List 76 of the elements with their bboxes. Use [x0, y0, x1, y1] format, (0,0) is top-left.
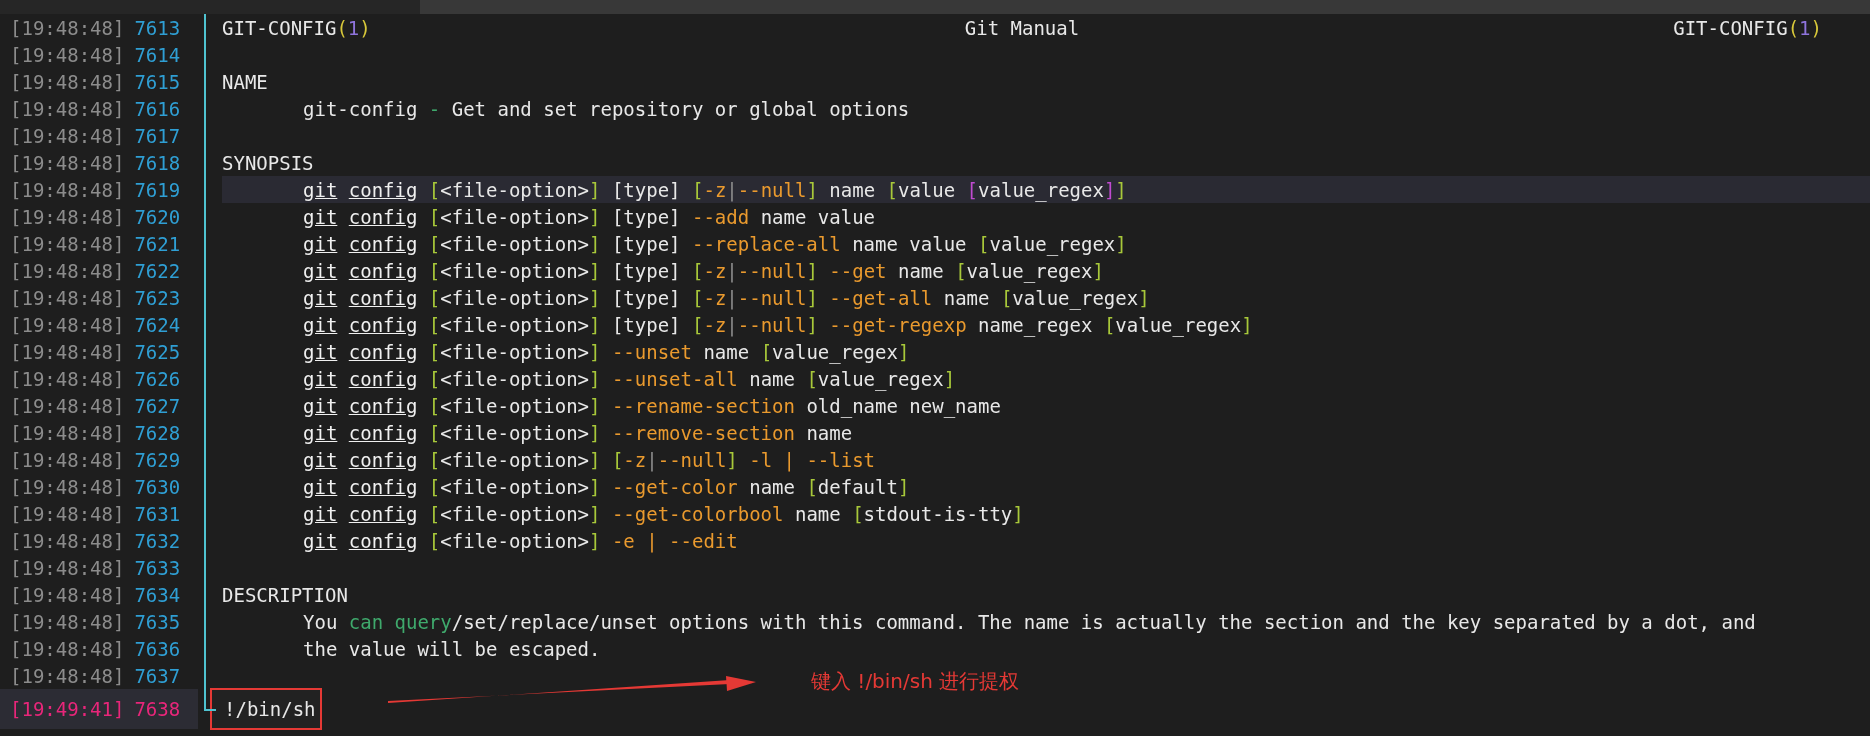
timestamp: [19:48:48]: [10, 286, 125, 309]
line-number: 7633: [134, 556, 181, 579]
man-page-line: git config [<file-option>] [-z|--null] -l | --list: [302, 447, 877, 473]
timestamp: [19:48:48]: [10, 610, 125, 633]
timestamp: [19:48:48]: [10, 124, 125, 147]
line-number: 7626: [134, 367, 181, 390]
timestamp: [19:48:48]: [10, 70, 125, 93]
man-page-line: git config [<file-option>] --rename-section old_name new_name: [302, 393, 1002, 419]
timestamp: [19:48:48]: [10, 313, 125, 336]
timestamp: [19:48:48]: [10, 664, 125, 687]
man-page-line: the value will be escaped.: [302, 636, 602, 662]
man-page-line: git-config - Get and set repository or global options: [302, 96, 911, 122]
timestamp: [19:48:48]: [10, 448, 125, 471]
line-number: 7637: [134, 664, 181, 687]
line-number: 7617: [134, 124, 181, 147]
line-number: 7635: [134, 610, 181, 633]
man-page-line: git config [<file-option>] -e | --edit: [302, 528, 739, 554]
line-number: 7623: [134, 286, 181, 309]
line-number: 7627: [134, 394, 181, 417]
man-page-line: git config [<file-option>] --get-colorbool name [stdout-is-tty]: [302, 501, 1025, 527]
line-number: 7616: [134, 97, 181, 120]
annotation-text: 键入 !/bin/sh 进行提权: [811, 668, 1020, 695]
man-page-line: git config [<file-option>] --get-color name [default]: [302, 474, 911, 500]
timestamp: [19:48:48]: [10, 232, 125, 255]
line-number: 7631: [134, 502, 181, 525]
timestamp: [19:48:48]: [10, 556, 125, 579]
line-number: 7613: [134, 16, 181, 39]
man-page-line: git config [<file-option>] --unset name [value_regex]: [302, 339, 911, 365]
line-number: 7634: [134, 583, 181, 606]
timestamp: [19:48:48]: [10, 394, 125, 417]
man-page-line: git config [<file-option>] [type] [-z|--null] --get-all name [value_regex]: [302, 285, 1151, 311]
line-number: 7636: [134, 637, 181, 660]
line-number: 7624: [134, 313, 181, 336]
line-number: 7629: [134, 448, 181, 471]
timestamp: [19:48:48]: [10, 367, 125, 390]
command-input[interactable]: !/bin/sh: [210, 688, 322, 730]
line-number: 7621: [134, 232, 181, 255]
timestamp: [19:48:48]: [10, 340, 125, 363]
timestamp: [19:49:41]: [10, 698, 125, 720]
timestamp: [19:48:48]: [10, 205, 125, 228]
line-number: 7614: [134, 43, 181, 66]
timestamp: [19:48:48]: [10, 583, 125, 606]
page-title: GIT-CONFIG(1): [1673, 16, 1822, 39]
timestamp: [19:48:48]: [10, 97, 125, 120]
timestamp: [19:48:48]: [10, 529, 125, 552]
man-page-line: git config [<file-option>] [type] --add name value: [302, 204, 877, 230]
timestamp: [19:48:48]: [10, 151, 125, 174]
man-page-line: NAME: [222, 69, 269, 95]
man-page-line: git config [<file-option>] --remove-section name: [302, 420, 854, 446]
line-number: 7618: [134, 151, 181, 174]
timestamp: [19:48:48]: [10, 502, 125, 525]
line-number: 7625: [134, 340, 181, 363]
timestamp: [19:48:48]: [10, 178, 125, 201]
line-number: 7628: [134, 421, 181, 444]
timestamp: [19:48:48]: [10, 259, 125, 282]
line-number: 7615: [134, 70, 181, 93]
man-page-line: git config [<file-option>] [type] [-z|--null] --get-regexp name_regex [value_regex]: [302, 312, 1254, 338]
man-page-line: git config [<file-option>] --unset-all name [value_regex]: [302, 366, 957, 392]
page-title: GIT-CONFIG(1): [222, 16, 371, 39]
timestamp: [19:48:48]: [10, 637, 125, 660]
line-number: 7632: [134, 529, 181, 552]
man-page-line: git config [<file-option>] [type] [-z|--null] --get name [value_regex]: [302, 258, 1105, 284]
line-number: 7620: [134, 205, 181, 228]
timestamp: [19:48:48]: [10, 16, 125, 39]
man-page-line: git config [<file-option>] [type] --replace-all name value [value_regex]: [302, 231, 1128, 257]
line-number: 7619: [134, 178, 181, 201]
man-page-line: DESCRIPTION: [222, 582, 349, 608]
line-number: 7638: [134, 698, 181, 720]
timestamp: [19:48:48]: [10, 475, 125, 498]
line-number: 7630: [134, 475, 181, 498]
timestamp: [19:48:48]: [10, 421, 125, 444]
manual-name: Git Manual: [964, 16, 1080, 39]
timestamp: [19:48:48]: [10, 43, 125, 66]
line-number: 7622: [134, 259, 181, 282]
man-page-line: SYNOPSIS: [222, 150, 315, 176]
man-page-line: You can query/set/replace/unset options with this command. The name is actually the section and the key separated by a dot, and: [302, 609, 1757, 635]
